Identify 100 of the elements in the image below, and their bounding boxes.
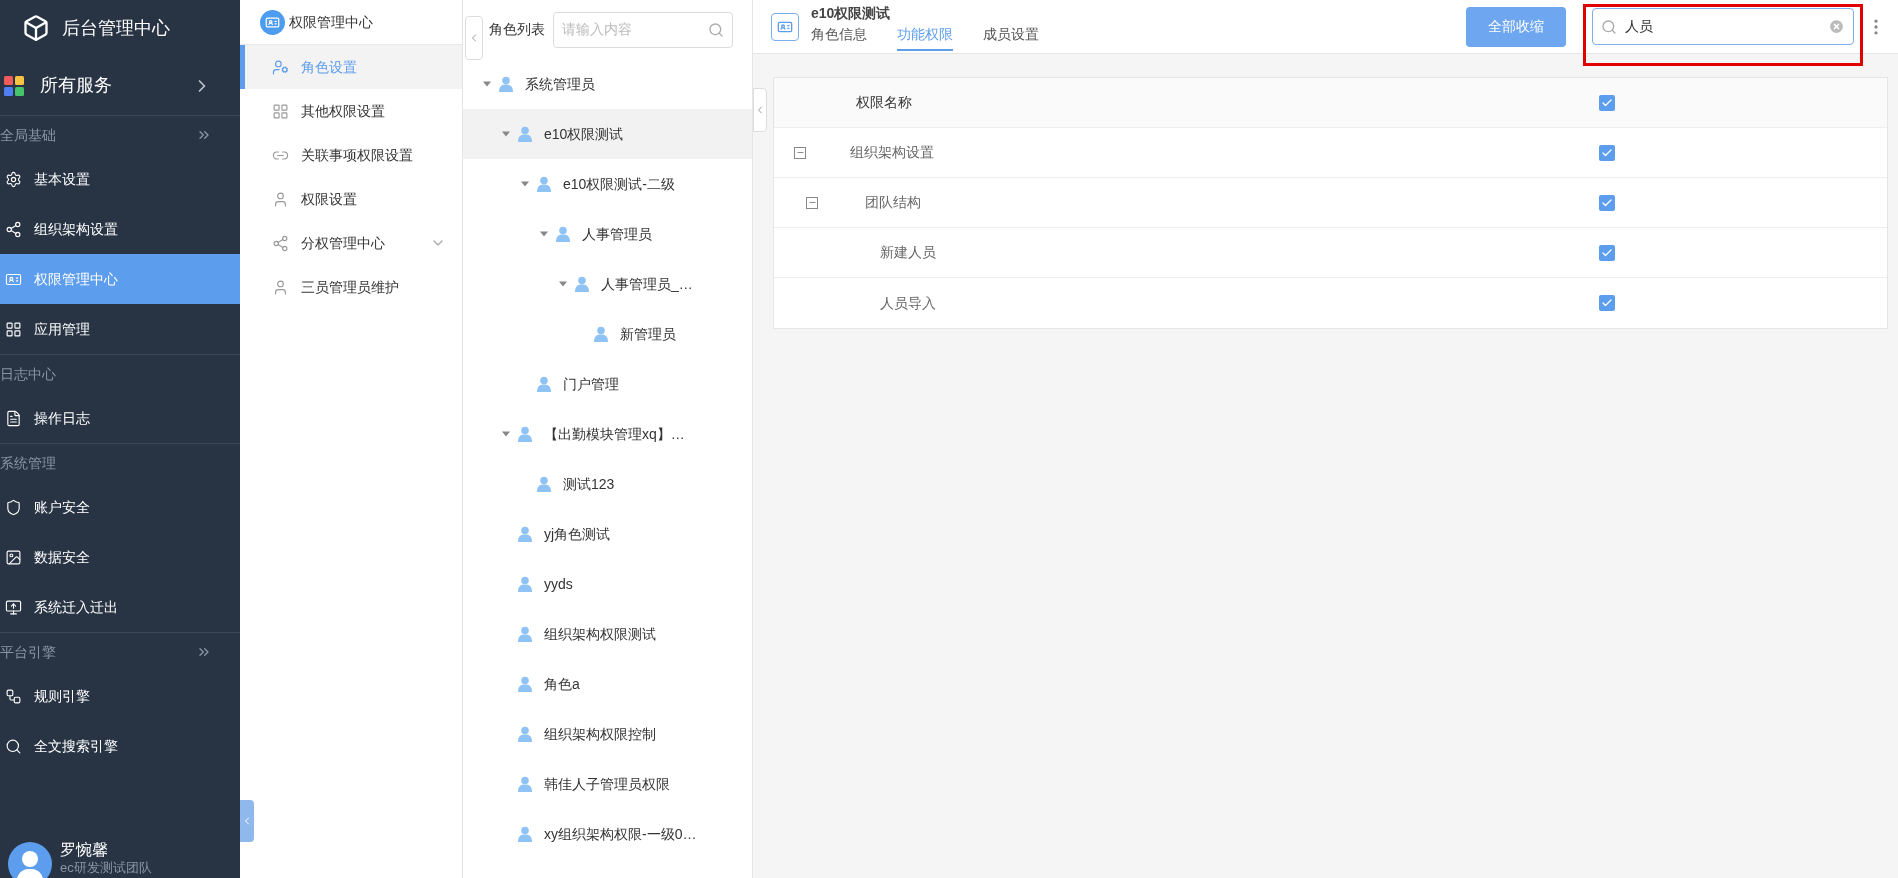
submenu-item[interactable]: 三员管理员维护 (240, 265, 462, 309)
tab[interactable]: 成员设置 (983, 24, 1039, 51)
nodes-icon (272, 234, 289, 252)
tab[interactable]: 角色信息 (811, 24, 867, 51)
collapse-handle[interactable] (753, 88, 767, 132)
person-icon (556, 226, 570, 242)
tree-item[interactable]: 人事管理员_… (463, 259, 752, 309)
submenu-item[interactable]: 权限设置 (240, 177, 462, 221)
avatar-icon (8, 842, 52, 878)
nav-item[interactable]: 数据安全 (0, 532, 240, 582)
person-icon (575, 276, 589, 292)
search-icon (708, 21, 724, 38)
permission-search-box[interactable]: 人员 (1592, 8, 1854, 45)
nav-item[interactable]: 组织架构设置 (0, 204, 240, 254)
person-icon (518, 126, 532, 142)
tree-item[interactable]: 门户管理 (463, 359, 752, 409)
section-title: 平台引擎 (0, 642, 57, 662)
permission-search-field[interactable]: 人员 (1625, 16, 1820, 37)
tree-item[interactable]: yj角色测试 (463, 509, 752, 559)
tree-item[interactable]: 组织架构权限测试 (463, 609, 752, 659)
person-icon (518, 676, 532, 692)
role-search-box[interactable]: 请输入内容 (553, 11, 733, 48)
checkbox[interactable] (1599, 244, 1615, 261)
tree-item[interactable]: 【出勤模块管理xq】… (463, 409, 752, 459)
user-gear-icon (272, 58, 289, 76)
submenu-item[interactable]: 分权管理中心 (240, 221, 462, 265)
person-icon (537, 176, 551, 192)
caret-down-icon[interactable] (502, 130, 510, 138)
section-title: 系统管理 (0, 453, 57, 473)
role-name: yj角色测试 (544, 524, 611, 544)
role-list-label: 角色列表 (489, 20, 545, 39)
person-icon (518, 626, 532, 642)
submenu-item[interactable]: 关联事项权限设置 (240, 133, 462, 177)
permission-name: 组织架构设置 (850, 143, 934, 162)
nav-item[interactable]: 基本设置 (0, 154, 240, 204)
tree-item[interactable]: 测试123 (463, 459, 752, 509)
role-name: 韩佳人子管理员权限 (544, 774, 670, 794)
grid-icon (5, 320, 22, 338)
nav-item[interactable]: 规则引擎 (0, 671, 240, 721)
permission-name: 人员导入 (880, 293, 936, 313)
user-team: ec研发测试团队 (60, 859, 152, 876)
role-name: 角色a (544, 674, 580, 694)
nav-item[interactable]: 账户安全 (0, 482, 240, 532)
app-title: 后台管理中心 (62, 16, 170, 40)
checkbox[interactable] (1599, 94, 1615, 111)
column-header: 权限名称 (855, 93, 913, 112)
collapse-toggle-icon[interactable] (794, 146, 806, 159)
person-icon (518, 526, 532, 542)
search-icon (5, 737, 22, 755)
tree-item[interactable]: 人事管理员 (463, 209, 752, 259)
role-name: 组织架构权限控制 (544, 724, 656, 744)
role-card-icon (771, 12, 799, 41)
section-title: 日志中心 (0, 364, 57, 384)
image-icon (5, 548, 22, 566)
permission-badge-icon (260, 9, 285, 35)
clear-icon[interactable] (1828, 18, 1845, 35)
role-name: 组织架构权限测试 (544, 624, 656, 644)
checkbox[interactable] (1599, 144, 1615, 161)
tree-item[interactable]: 组织架构权限控制 (463, 709, 752, 759)
shield-icon (5, 498, 22, 516)
nav-item[interactable]: 操作日志 (0, 393, 240, 443)
caret-down-icon[interactable] (483, 80, 491, 88)
role-name: 新管理员 (620, 324, 676, 344)
role-name: 【出勤模块管理xq】… (544, 424, 685, 444)
caret-down-icon[interactable] (502, 430, 510, 438)
caret-down-icon[interactable] (521, 180, 529, 188)
nav-item[interactable]: 全文搜索引擎 (0, 721, 240, 771)
role-search-field[interactable]: 请输入内容 (562, 19, 708, 40)
cube-logo-icon (22, 14, 50, 42)
user-name: 罗惋馨 (60, 839, 109, 860)
tree-item[interactable]: xy组织架构权限-一级0… (463, 809, 752, 859)
tree-item[interactable]: 新管理员 (463, 309, 752, 359)
document-icon (5, 409, 22, 427)
caret-down-icon[interactable] (559, 280, 567, 288)
person-icon (518, 426, 532, 442)
submenu-item[interactable]: 其他权限设置 (240, 89, 462, 133)
collapse-toggle-icon[interactable] (806, 196, 818, 209)
tree-item[interactable]: e10权限测试-二级 (463, 159, 752, 209)
collapse-handle[interactable] (465, 16, 483, 60)
nodes-icon (5, 220, 22, 238)
tree-item[interactable]: e10权限测试 (463, 109, 752, 159)
checkbox[interactable] (1599, 194, 1615, 211)
person-icon (537, 376, 551, 392)
grid-icon (272, 102, 289, 120)
tree-item[interactable]: 韩佳人子管理员权限 (463, 759, 752, 809)
person-icon (518, 826, 532, 842)
caret-down-icon[interactable] (540, 230, 548, 238)
role-name: yyds (544, 574, 573, 594)
tree-item[interactable]: 角色a (463, 659, 752, 709)
all-services-item[interactable]: 所有服务 (0, 56, 240, 116)
permission-name: 团队结构 (865, 193, 921, 212)
role-name: 门户管理 (563, 374, 619, 394)
tree-item[interactable]: 系统管理员 (463, 59, 752, 109)
checkbox[interactable] (1599, 295, 1615, 311)
nav-item[interactable]: 系统迁入迁出 (0, 582, 240, 632)
nav-item[interactable]: 应用管理 (0, 304, 240, 354)
permission-name: 新建人员 (880, 243, 936, 262)
role-name: e10权限测试-二级 (563, 174, 676, 194)
monitor-icon (5, 598, 22, 616)
tree-item[interactable]: yyds (463, 559, 752, 609)
